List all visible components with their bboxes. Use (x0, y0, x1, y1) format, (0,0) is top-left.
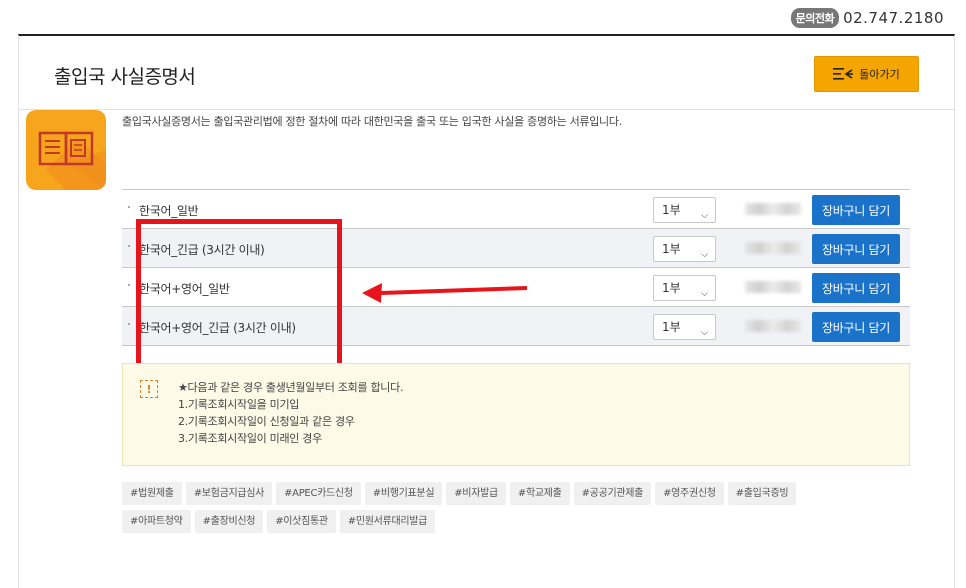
hashtag[interactable]: #영주권신청 (655, 482, 724, 505)
back-button[interactable]: 돌아가기 (814, 56, 919, 92)
hashtag[interactable]: #아파트청약 (122, 510, 191, 533)
add-to-cart-button[interactable]: 장바구니 담기 (812, 312, 900, 342)
option-label: 한국어_긴급 (3시간 이내) (139, 243, 265, 257)
notice-line: 2.기록조회시작일이 신청일과 같은 경우 (178, 415, 355, 428)
quantity-value: 1부 (662, 320, 681, 334)
quantity-select[interactable]: 1부 ⌵ (653, 197, 716, 223)
blurred-price (745, 281, 801, 293)
hashtag[interactable]: #민원서류대리발급 (339, 510, 436, 533)
notice-text: ★다음과 같은 경우 출생년월일부터 조회를 합니다. 1.기록조회시작일을 미… (178, 379, 403, 447)
quantity-select[interactable]: 1부 ⌵ (653, 236, 716, 262)
contact-badge: 문의전화 (790, 8, 840, 28)
blurred-price (745, 242, 801, 254)
back-button-label: 돌아가기 (859, 68, 900, 81)
option-row: 한국어_일반 1부 ⌵ 장바구니 담기 (122, 190, 910, 229)
list-back-icon (833, 68, 854, 80)
bullet-dot (128, 323, 130, 325)
hashtag[interactable]: #APEC카드신청 (276, 482, 361, 505)
notice-line: 1.기록조회시작일을 미기입 (178, 398, 300, 411)
blurred-price (745, 203, 801, 215)
bullet-dot (128, 206, 130, 208)
hashtag[interactable]: #비행기표분실 (364, 482, 443, 505)
option-label: 한국어+영어_일반 (139, 282, 230, 296)
bullet-dot (128, 284, 130, 286)
red-arrow-icon (362, 283, 528, 303)
hashtag[interactable]: #법원제출 (122, 482, 182, 505)
quantity-value: 1부 (662, 242, 681, 256)
add-to-cart-button[interactable]: 장바구니 담기 (812, 234, 900, 264)
option-row: 한국어_긴급 (3시간 이내) 1부 ⌵ 장바구니 담기 (122, 229, 910, 268)
card-header: 출입국 사실증명서 돌아가기 (19, 36, 954, 110)
add-to-cart-button[interactable]: 장바구니 담기 (812, 195, 900, 225)
notice-line: ★다음과 같은 경우 출생년월일부터 조회를 합니다. (178, 381, 404, 394)
chevron-down-icon: ⌵ (701, 250, 708, 260)
option-label: 한국어+영어_긴급 (3시간 이내) (139, 321, 296, 335)
option-row: 한국어+영어_긴급 (3시간 이내) 1부 ⌵ 장바구니 담기 (122, 307, 910, 346)
hashtag[interactable]: #공공기관제출 (573, 482, 652, 505)
notice-line: 3.기록조회시작일이 미래인 경우 (178, 432, 322, 445)
document-book-icon (26, 110, 106, 190)
option-list: 한국어_일반 1부 ⌵ 장바구니 담기 한국어_긴급 (3시간 이내) 1부 ⌵ 장… (122, 189, 910, 346)
quantity-select[interactable]: 1부 ⌵ (653, 314, 716, 340)
add-to-cart-button[interactable]: 장바구니 담기 (812, 273, 900, 303)
service-description: 출입국사실증명서는 출입국관리법에 정한 절차에 따라 대한민국을 출국 또는 … (122, 115, 622, 128)
quantity-select[interactable]: 1부 ⌵ (653, 275, 716, 301)
contact-bar: 문의전화 02.747.2180 (790, 8, 944, 28)
chevron-down-icon: ⌵ (701, 328, 708, 338)
hashtag[interactable]: #비자발급 (446, 482, 506, 505)
quantity-value: 1부 (662, 281, 681, 295)
hashtag[interactable]: #이삿짐통관 (267, 510, 336, 533)
hashtag[interactable]: #출입국증빙 (727, 482, 797, 505)
alert-icon: ! (140, 380, 158, 398)
option-label: 한국어_일반 (139, 204, 199, 218)
contact-phone: 02.747.2180 (843, 9, 944, 27)
chevron-down-icon: ⌵ (701, 289, 708, 299)
hashtag[interactable]: #출장비신청 (194, 510, 264, 533)
hashtag[interactable]: #보험금지급심사 (185, 482, 273, 505)
quantity-value: 1부 (662, 203, 681, 217)
bullet-dot (128, 245, 130, 247)
hashtag[interactable]: #학교제출 (509, 482, 570, 505)
blurred-price (745, 320, 801, 332)
page-title: 출입국 사실증명서 (54, 66, 196, 88)
hashtag-list: #법원제출 #보험금지급심사 #APEC카드신청 #비행기표분실 #비자발급 #… (122, 482, 842, 533)
notice-box: ! ★다음과 같은 경우 출생년월일부터 조회를 합니다. 1.기록조회시작일을… (122, 363, 910, 466)
chevron-down-icon: ⌵ (701, 211, 708, 221)
